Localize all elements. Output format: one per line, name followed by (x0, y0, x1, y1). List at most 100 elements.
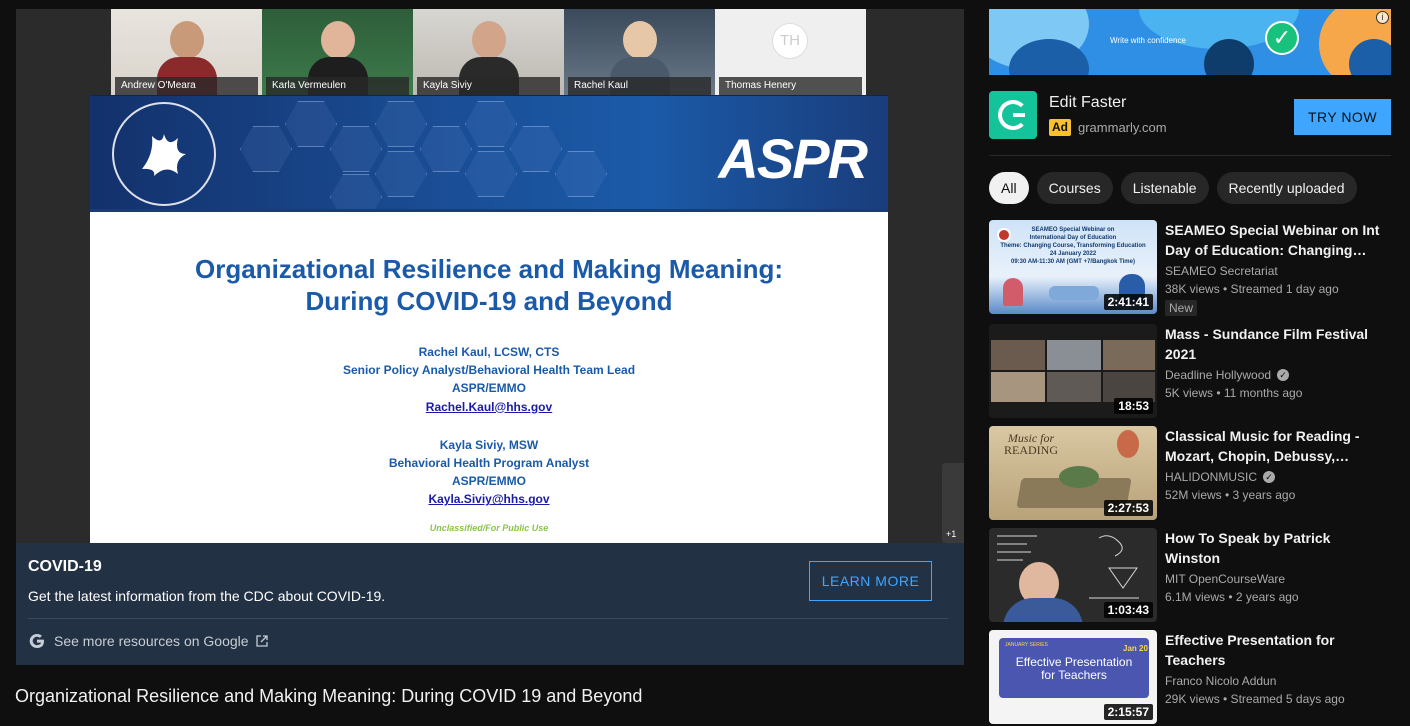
presenter-name: Kayla Siviy, MSW (439, 437, 539, 452)
presenter-role: Behavioral Health Program Analyst (388, 456, 590, 471)
thumb-text: SEAMEO Special Webinar on (1031, 227, 1115, 233)
presenter-email: Kayla.Siviy@hhs.gov (428, 492, 550, 507)
thumb-text: Jan 20 (1123, 644, 1148, 653)
participant-avatar: TH (772, 23, 808, 59)
chip-listenable[interactable]: Listenable (1120, 172, 1209, 204)
recommendation-item[interactable]: Music for READING 2:27:53 Classical Musi… (989, 426, 1391, 522)
slide-presenters: Rachel Kaul, LCSW, CTS Senior Policy Ana… (90, 343, 888, 509)
google-icon (29, 634, 44, 648)
grammarly-logo-icon (989, 91, 1037, 139)
divider (28, 618, 948, 619)
channel-name-label[interactable]: MIT OpenCourseWare (1165, 572, 1285, 586)
filter-chips: All Courses Listenable Recently uploaded (989, 172, 1365, 204)
chip-all[interactable]: All (989, 172, 1029, 204)
google-resources-link[interactable]: See more resources on Google (28, 631, 269, 651)
presenter-email: Rachel.Kaul@hhs.gov (425, 399, 553, 414)
channel-name[interactable]: HALIDONMUSIC ✓ (1165, 470, 1276, 484)
presentation-slide: ASPR Organizational Resilience and Makin… (90, 95, 888, 543)
external-link-icon (255, 635, 268, 647)
channel-name-label[interactable]: SEAMEO Secretariat (1165, 264, 1278, 278)
ad-info-icon[interactable]: i (1376, 11, 1389, 24)
verified-icon: ✓ (1277, 369, 1290, 381)
new-badge: New (1165, 300, 1198, 316)
presenter-org: ASPR/EMMO (451, 381, 526, 396)
ad-badge: Ad (1049, 119, 1071, 136)
info-panel-description: Get the latest information from the CDC … (28, 588, 386, 604)
video-title-link[interactable]: Effective Presentation for Teachers (1165, 630, 1383, 670)
presenter-role: Senior Policy Analyst/Behavioral Health … (342, 363, 636, 378)
recommendation-item[interactable]: SEAMEO Special Webinar on International … (989, 220, 1391, 316)
slide-footer: Unclassified/For Public Use (429, 523, 549, 533)
covid-info-panel: COVID-19 Get the latest information from… (16, 543, 964, 665)
thumb-text: International Day of Education (1029, 235, 1117, 241)
channel-name[interactable]: SEAMEO Secretariat (1165, 264, 1278, 278)
ad-banner[interactable]: Write with confidence ✓ i (989, 9, 1391, 75)
participant-name: Thomas Henery (719, 77, 862, 95)
slide-title: Organizational Resilience and Making Mea… (90, 253, 888, 317)
channel-name-label[interactable]: Franco Nicolo Addun (1165, 674, 1276, 688)
participant-name: Karla Vermeulen (266, 77, 409, 95)
participant-tile: Andrew O'Meara (111, 9, 262, 95)
video-thumbnail[interactable]: SEAMEO Special Webinar on International … (989, 220, 1157, 314)
thumb-text: for Teachers (1041, 668, 1107, 682)
channel-name-label[interactable]: Deadline Hollywood (1165, 368, 1271, 382)
channel-name-label[interactable]: HALIDONMUSIC (1165, 470, 1257, 484)
thumb-text: 09:30 AM-11:30 AM (GMT +7/Bangkok Time) (1011, 259, 1135, 265)
video-meta: 38K views • Streamed 1 day ago (1165, 282, 1339, 296)
participant-tile: TH Thomas Henery (715, 9, 866, 95)
video-title-link[interactable]: SEAMEO Special Webinar on Int Day of Edu… (1165, 220, 1383, 260)
video-meta: 5K views • 11 months ago (1165, 386, 1303, 400)
participant-tile: Rachel Kaul (564, 9, 715, 95)
thumb-text: READING (1004, 443, 1058, 457)
participant-name: Andrew O'Meara (115, 77, 258, 95)
video-title-link[interactable]: Classical Music for Reading - Mozart, Ch… (1165, 426, 1383, 466)
presenter-org: ASPR/EMMO (451, 474, 526, 489)
recommendation-item[interactable]: JANUARY SERIES Jan 20 Effective Presenta… (989, 630, 1391, 726)
ad-banner-text: Write with confidence (1110, 36, 1186, 45)
slide-title-line: Organizational Resilience and Making Mea… (195, 254, 783, 284)
channel-name[interactable]: Deadline Hollywood ✓ (1165, 368, 1290, 382)
video-player[interactable]: Andrew O'Meara Karla Vermeulen Kayla Siv… (16, 9, 964, 543)
video-duration: 18:53 (1114, 398, 1153, 414)
divider (989, 155, 1391, 156)
channel-name[interactable]: MIT OpenCourseWare (1165, 572, 1285, 586)
recommendation-item[interactable]: 1:03:43 How To Speak by Patrick Winston … (989, 528, 1391, 624)
ad-card[interactable]: Edit Faster Ad grammarly.com TRY NOW (989, 91, 1391, 141)
video-duration: 1:03:43 (1103, 602, 1153, 618)
learn-more-button[interactable]: LEARN MORE (809, 561, 932, 601)
video-title-link[interactable]: How To Speak by Patrick Winston (1165, 528, 1383, 568)
chip-recently-uploaded[interactable]: Recently uploaded (1216, 172, 1357, 204)
google-link-label[interactable]: See more resources on Google (54, 633, 249, 649)
video-title: Organizational Resilience and Making Mea… (15, 686, 643, 706)
ad-title[interactable]: Edit Faster (1049, 94, 1126, 112)
video-thumbnail[interactable]: Music for READING 2:27:53 (989, 426, 1157, 520)
chip-courses[interactable]: Courses (1036, 172, 1113, 204)
thumb-text: Theme: Changing Course, Transforming Edu… (1000, 243, 1146, 249)
participant-tiles: Andrew O'Meara Karla Vermeulen Kayla Siv… (111, 9, 867, 95)
thumb-text: 24 January 2022 (1049, 251, 1097, 257)
verified-icon: ✓ (1263, 471, 1276, 483)
participant-tile: Karla Vermeulen (262, 9, 413, 95)
ad-domain: grammarly.com (1078, 120, 1167, 135)
video-thumbnail[interactable]: 18:53 (989, 324, 1157, 418)
presenter-name: Rachel Kaul, LCSW, CTS (418, 345, 560, 359)
thumb-text: JANUARY SERIES (1005, 642, 1048, 648)
video-duration: 2:15:57 (1103, 704, 1153, 720)
recommendation-item[interactable]: 18:53 Mass - Sundance Film Festival 2021… (989, 324, 1391, 420)
video-meta: 52M views • 3 years ago (1165, 488, 1296, 502)
slide-title-line: During COVID-19 and Beyond (305, 286, 673, 316)
participant-name: Kayla Siviy (417, 77, 560, 95)
aspr-logo: ASPR (718, 127, 868, 190)
video-thumbnail[interactable]: JANUARY SERIES Jan 20 Effective Presenta… (989, 630, 1157, 724)
slide-banner: ASPR (90, 95, 888, 212)
participant-name: Rachel Kaul (568, 77, 711, 95)
video-thumbnail[interactable]: 1:03:43 (989, 528, 1157, 622)
try-now-button[interactable]: TRY NOW (1294, 99, 1391, 135)
channel-name[interactable]: Franco Nicolo Addun (1165, 674, 1276, 688)
participant-overflow-count: +1 (946, 529, 957, 539)
video-duration: 2:27:53 (1103, 500, 1153, 516)
video-title-link[interactable]: Mass - Sundance Film Festival 2021 (1165, 324, 1383, 364)
video-duration: 2:41:41 (1103, 294, 1153, 310)
video-meta: 6.1M views • 2 years ago (1165, 590, 1299, 604)
video-meta: 29K views • Streamed 5 days ago (1165, 692, 1345, 706)
